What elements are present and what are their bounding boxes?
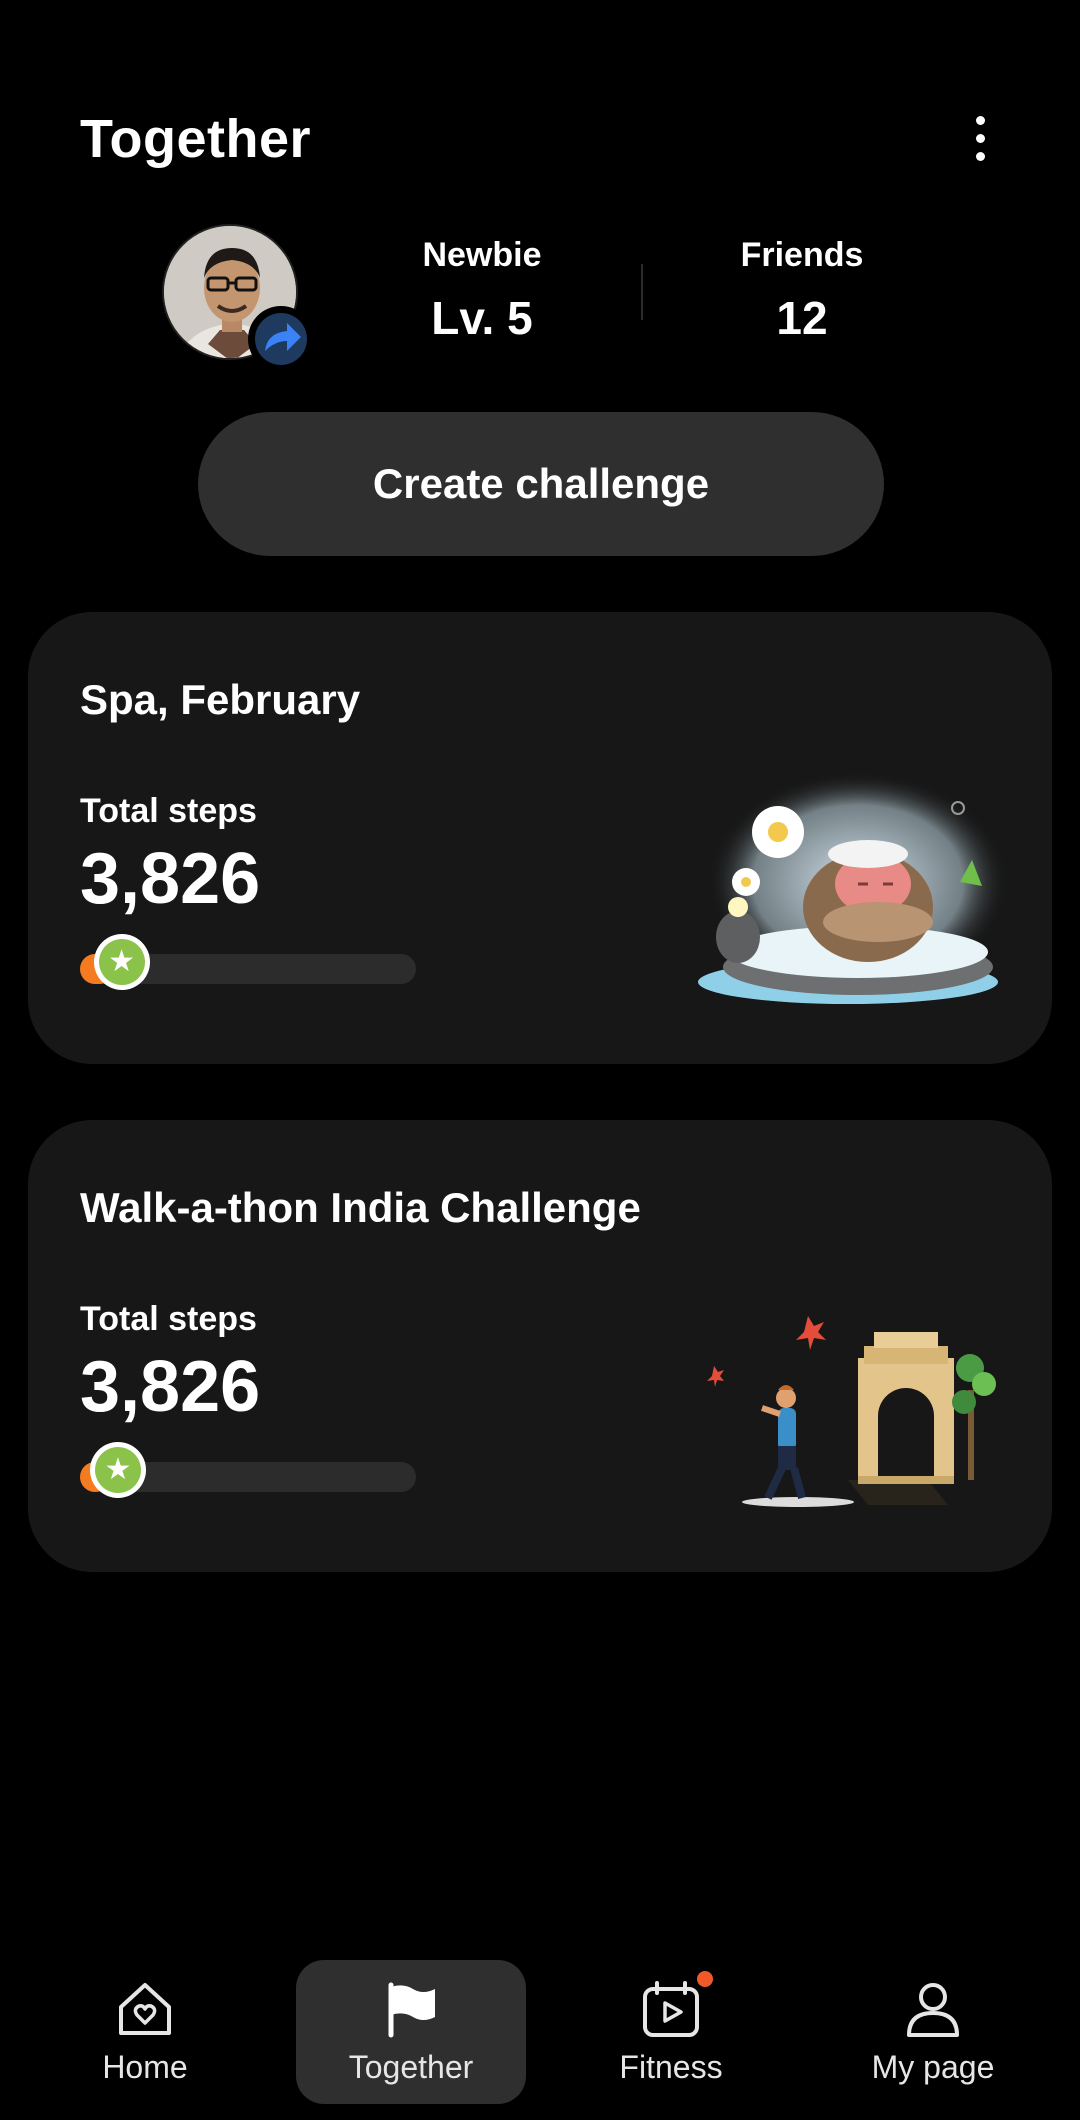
person-icon bbox=[907, 1982, 959, 2037]
steps-value: 3,826 bbox=[80, 1347, 261, 1427]
steps-label: Total steps bbox=[80, 1300, 257, 1338]
challenge-progress-bar: ★ bbox=[80, 1442, 416, 1498]
rank-label: Newbie bbox=[422, 236, 542, 274]
share-arrow-icon bbox=[255, 313, 307, 365]
nav-label-together: Together bbox=[348, 2048, 474, 2085]
india-gate-walker-illustration bbox=[698, 1280, 1008, 1520]
more-dot-icon bbox=[975, 115, 985, 125]
home-icon bbox=[119, 1982, 171, 2035]
progress-star-icon: ★ bbox=[90, 1442, 146, 1498]
stat-divider bbox=[641, 264, 643, 320]
flag-icon bbox=[388, 1982, 435, 2037]
calendar-play-icon bbox=[643, 1980, 699, 2037]
bottom-navigation: Home Together Fitness My page bbox=[0, 1960, 1080, 2110]
nav-label-home: Home bbox=[102, 2048, 188, 2085]
more-options-button[interactable] bbox=[960, 108, 1000, 168]
friends-label: Friends bbox=[740, 236, 864, 274]
more-dot-icon bbox=[975, 133, 985, 143]
more-dot-icon bbox=[975, 151, 985, 161]
page-title: Together bbox=[80, 109, 311, 169]
level-stat[interactable]: Newbie Lv. 5 bbox=[372, 236, 592, 345]
progress-star-icon: ★ bbox=[93, 934, 150, 990]
monkey-hot-spring-illustration bbox=[698, 772, 1008, 1012]
header: Together bbox=[80, 100, 1000, 180]
friends-stat[interactable]: Friends 12 bbox=[692, 236, 912, 345]
fitness-icon-wrap bbox=[639, 1970, 713, 2039]
steps-value: 3,826 bbox=[80, 839, 261, 919]
challenge-card[interactable]: Walk-a-thon India Challenge Total steps … bbox=[28, 1120, 1052, 1572]
nav-item-together[interactable]: Together bbox=[296, 1960, 526, 2104]
challenge-card[interactable]: Spa, February Total steps 3,826 ★ bbox=[28, 612, 1052, 1064]
level-value: Lv. 5 bbox=[431, 292, 533, 344]
nav-label-fitness: Fitness bbox=[619, 2048, 723, 2085]
profile-summary: Newbie Lv. 5 Friends 12 bbox=[162, 224, 982, 374]
steps-label: Total steps bbox=[80, 792, 257, 830]
challenge-progress-bar: ★ bbox=[80, 934, 416, 990]
nav-label-my-page: My page bbox=[871, 2048, 995, 2085]
notification-dot bbox=[697, 1970, 713, 1987]
friends-count: 12 bbox=[776, 292, 828, 344]
challenge-title: Spa, February bbox=[80, 676, 361, 723]
nav-item-my-page[interactable]: My page bbox=[818, 1960, 1048, 2104]
share-badge[interactable] bbox=[248, 306, 314, 372]
nav-item-home[interactable]: Home bbox=[30, 1960, 260, 2104]
challenge-title: Walk-a-thon India Challenge bbox=[80, 1184, 641, 1231]
nav-item-fitness[interactable]: Fitness bbox=[556, 1960, 786, 2104]
create-challenge-button[interactable]: Create challenge bbox=[198, 412, 884, 556]
